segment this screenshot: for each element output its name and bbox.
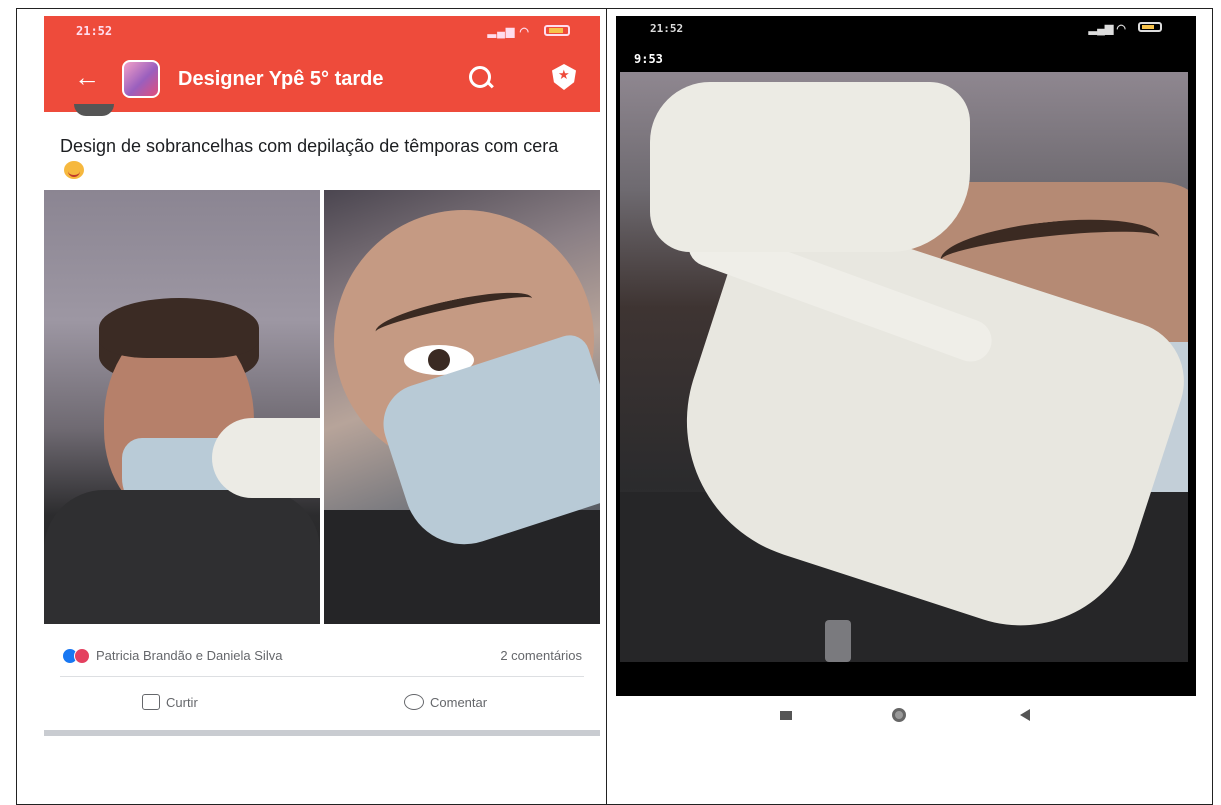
love-reaction-icon	[74, 648, 90, 664]
like-label: Curtir	[166, 695, 198, 710]
post-header-edge	[44, 104, 600, 120]
like-button[interactable]: Curtir	[142, 694, 198, 710]
gloved-hand-top	[650, 82, 970, 252]
signal-wifi-icon: ▂▄▆ ◠	[487, 26, 530, 38]
author-avatar-edge	[74, 104, 114, 116]
home-icon[interactable]	[892, 708, 906, 722]
facebook-group-post-screenshot: 21:52 ▂▄▆ ◠ ← Designer Ypê 5° tarde Desi…	[44, 16, 600, 736]
reaction-names[interactable]: Patricia Brandão e Daniela Silva	[96, 648, 282, 663]
video-timer: 9:53	[634, 52, 663, 66]
video-frame[interactable]	[620, 72, 1188, 662]
status-time: 21:52	[76, 24, 113, 38]
battery-icon	[544, 25, 570, 36]
admin-shield-icon[interactable]	[552, 64, 576, 90]
status-time: 21:52	[650, 22, 684, 35]
status-bar: 21:52 ▂▄▆ ◠	[44, 16, 600, 46]
post-photo-before[interactable]	[44, 190, 320, 624]
status-bar: 21:52 ▂▄▆ ◠	[616, 16, 1196, 40]
back-arrow-icon[interactable]: ←	[74, 64, 100, 90]
post-text: Design de sobrancelhas com depilação de …	[60, 134, 580, 182]
android-nav-bar	[616, 696, 1196, 736]
recents-icon[interactable]	[780, 711, 792, 720]
thumbs-up-icon	[142, 694, 160, 710]
group-header: ← Designer Ypê 5° tarde	[44, 46, 600, 112]
zipper	[825, 620, 851, 662]
column-divider	[606, 8, 607, 805]
smiling-hearts-emoji-icon	[64, 161, 84, 179]
post-body: Design de sobrancelhas com depilação de …	[60, 136, 559, 156]
divider	[60, 676, 584, 677]
search-icon[interactable]	[469, 66, 491, 88]
battery-icon	[1138, 22, 1162, 32]
video-screenshot: 21:52 ▂▄▆ ◠ 9:53	[616, 16, 1196, 696]
comment-button[interactable]: Comentar	[404, 694, 487, 710]
reactions-row[interactable]: Patricia Brandão e Daniela Silva 2 comen…	[62, 644, 582, 668]
group-avatar[interactable]	[122, 60, 160, 98]
back-triangle-icon[interactable]	[1020, 709, 1030, 721]
bottom-edge	[44, 730, 600, 736]
comments-count[interactable]: 2 comentários	[500, 648, 582, 663]
post-photo-after[interactable]	[324, 190, 600, 624]
group-title[interactable]: Designer Ypê 5° tarde	[178, 68, 384, 91]
comment-label: Comentar	[430, 695, 488, 710]
speech-bubble-icon	[404, 694, 424, 710]
signal-wifi-icon: ▂▄▆ ◠	[1088, 23, 1126, 35]
